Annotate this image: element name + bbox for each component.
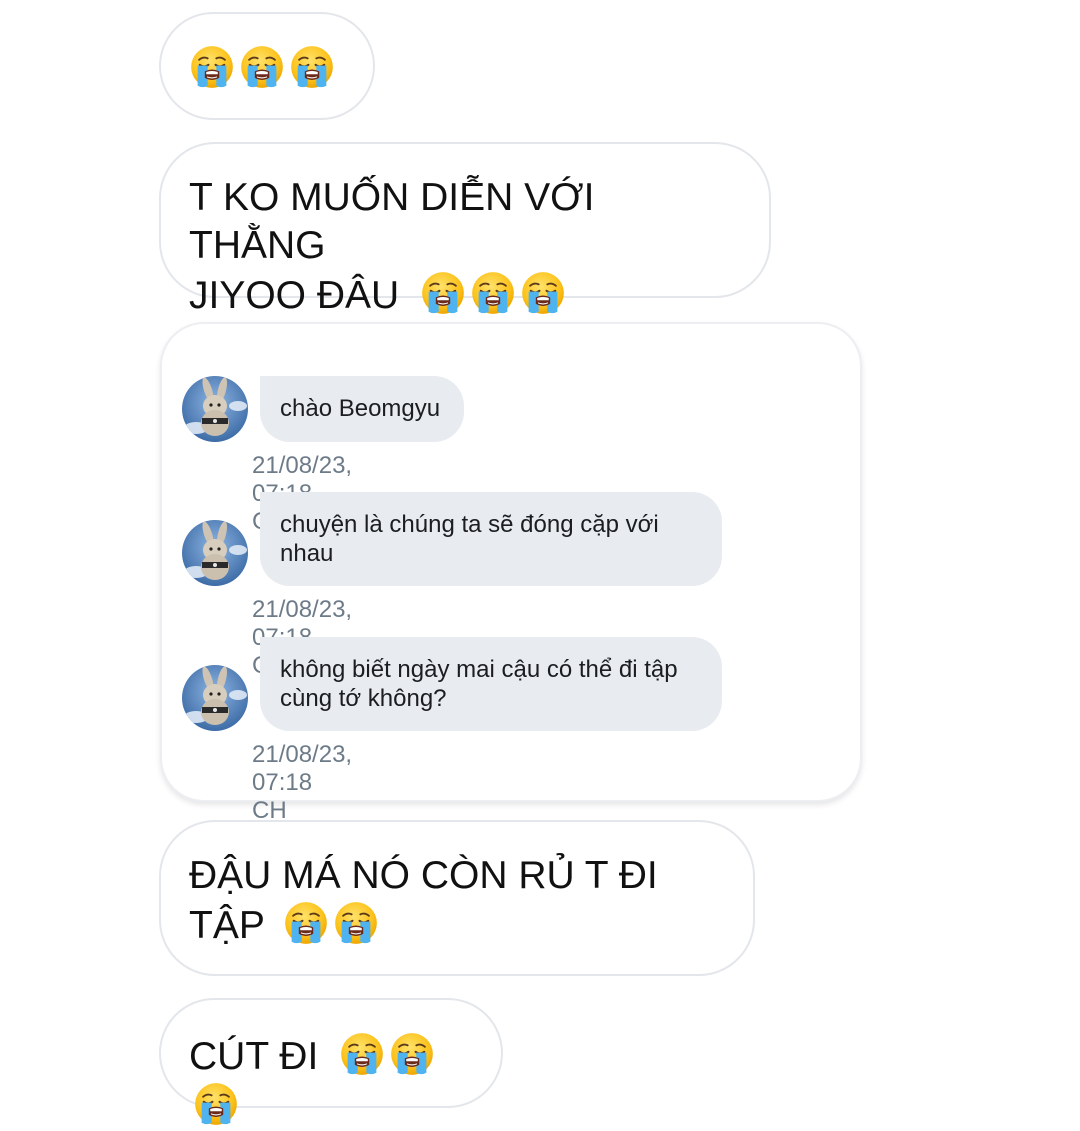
- crying-emoji-icon: [339, 1031, 385, 1077]
- message-3-line-2-text: TẬP: [189, 904, 265, 947]
- crying-emoji-icon: [389, 1031, 435, 1077]
- message-bubble-2[interactable]: T KO MUỐN DIỄN VỚI THẰNG JIYOO ĐÂU: [159, 142, 771, 317]
- crying-emoji-icon: [289, 44, 335, 90]
- message-2-line-2-text: JIYOO ĐÂU: [189, 274, 400, 317]
- message-bubble-3[interactable]: ĐẬU MÁ NÓ CÒN RỦ T ĐI TẬP: [159, 820, 755, 976]
- message-bubble-4[interactable]: CÚT ĐI: [159, 998, 503, 1108]
- shared-chat-screenshot[interactable]: chào Beomgyu 21/08/23, 07:18 CH chuyện l…: [160, 322, 862, 824]
- shared-message-bubble-3: không biết ngày mai cậu có thể đi tập cù…: [260, 637, 722, 731]
- crying-emoji-icon: [520, 270, 566, 316]
- shared-message-bubble-2: chuyện là chúng ta sẽ đóng cặp với nhau: [260, 492, 722, 586]
- shared-message-bubble-1: chào Beomgyu: [260, 376, 464, 442]
- shared-message-2-line-2: nhau: [280, 540, 334, 567]
- crying-emoji-icon: [470, 270, 516, 316]
- message-bubble-1[interactable]: [159, 12, 375, 120]
- crying-emoji-icon: [239, 44, 285, 90]
- message-3-line-1: ĐẬU MÁ NÓ CÒN RỦ T ĐI: [189, 854, 658, 897]
- crying-emoji-icon: [193, 1081, 239, 1127]
- crying-emoji-icon: [283, 900, 329, 946]
- rabbit-avatar-icon: [182, 665, 248, 731]
- shared-message-3-line-1: không biết ngày mai cậu có thể đi tập: [280, 656, 678, 683]
- rabbit-avatar-icon: [182, 520, 248, 586]
- shared-message-1-text: chào Beomgyu: [280, 395, 441, 422]
- shared-message-2-line-1: chuyện là chúng ta sẽ đóng cặp với: [280, 511, 659, 538]
- rabbit-avatar-icon: [182, 376, 248, 442]
- shared-message-3-timestamp: 21/08/23, 07:18 CH: [252, 741, 353, 824]
- crying-emoji-icon: [420, 270, 466, 316]
- shared-message-3-line-2: cùng tớ không?: [280, 685, 447, 712]
- message-3-line-2: TẬP: [189, 900, 725, 950]
- crying-emoji-icon: [333, 900, 379, 946]
- crying-emoji-icon: [189, 44, 235, 90]
- message-2-line-2: JIYOO ĐÂU: [189, 270, 741, 320]
- message-4-text: CÚT ĐI: [189, 1035, 319, 1078]
- message-2-line-1: T KO MUỐN DIỄN VỚI THẰNG: [189, 176, 595, 267]
